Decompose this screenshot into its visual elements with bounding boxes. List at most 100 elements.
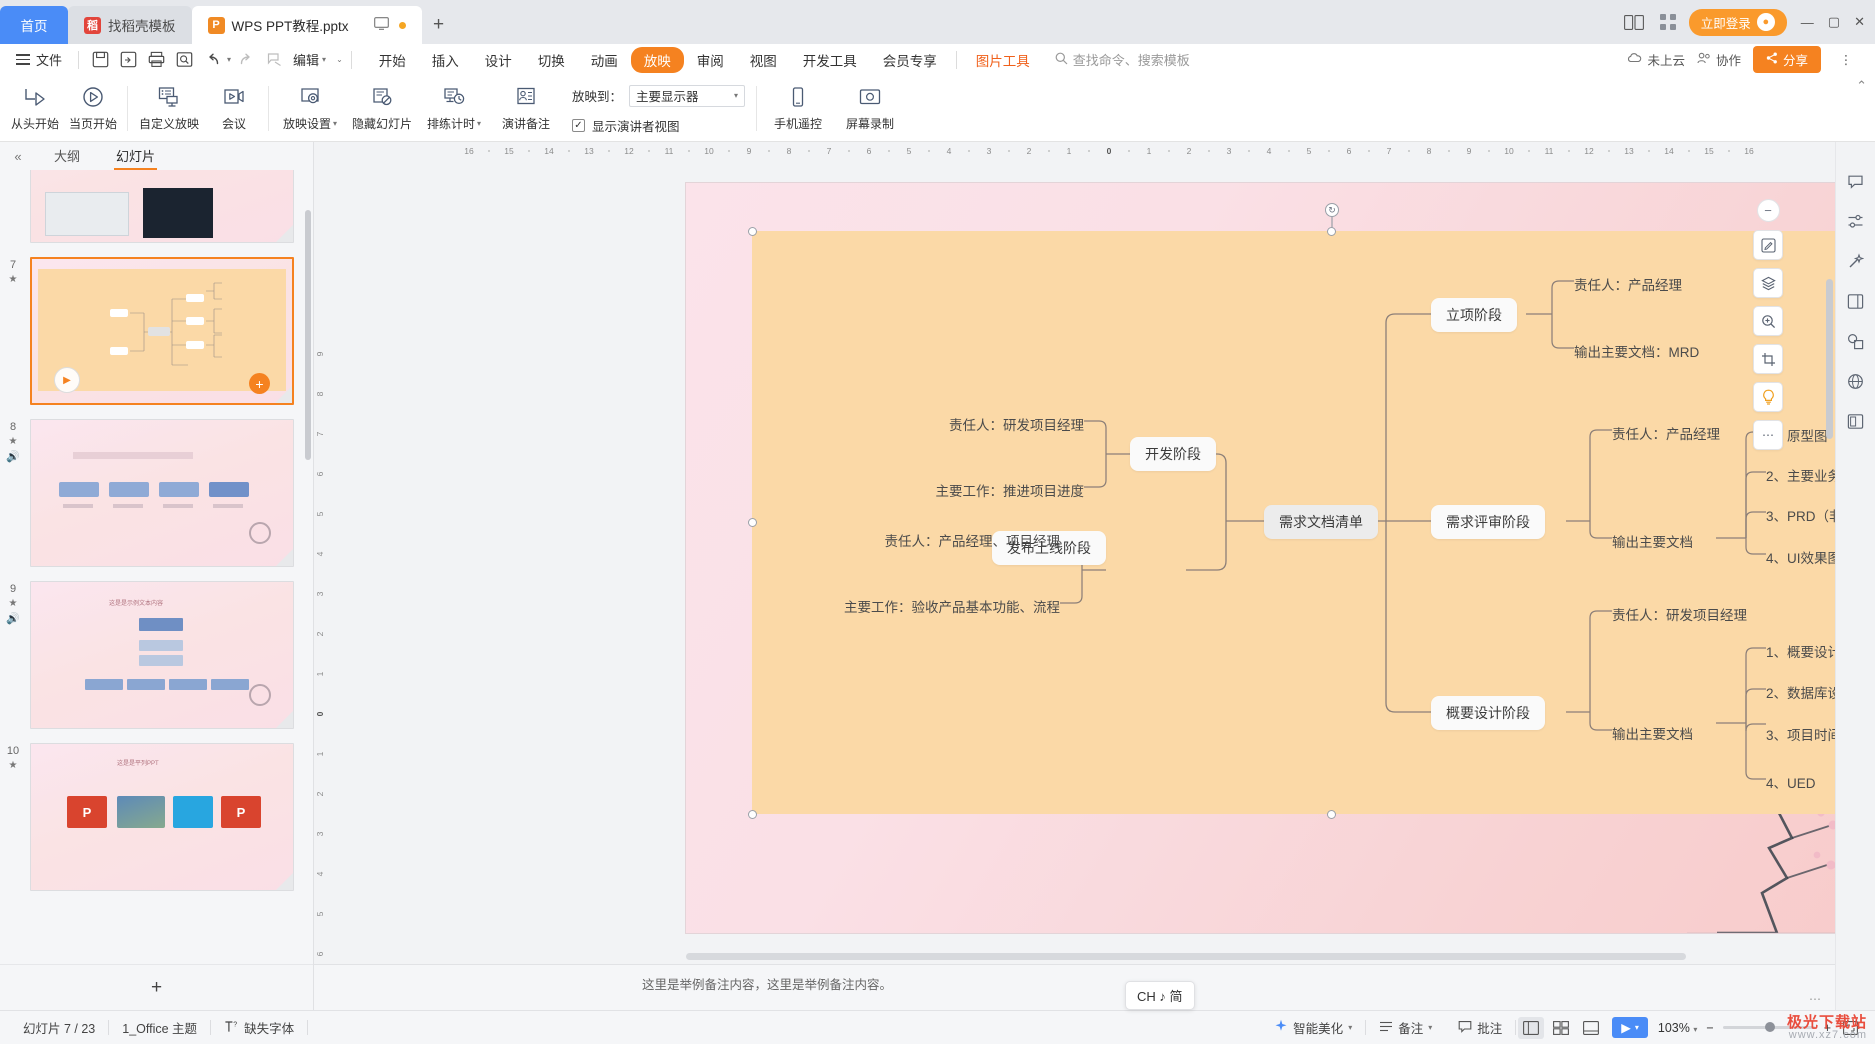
slide-thumbnail[interactable]: ▶ + (30, 257, 294, 405)
reading-view-icon[interactable] (1578, 1017, 1604, 1039)
cloud-docs-icon[interactable] (1843, 368, 1869, 394)
list-item[interactable]: 10 ★ 这是是平列PPT P P (0, 736, 313, 898)
slide-thumbnail[interactable] (30, 419, 294, 567)
notes-pane[interactable]: 这里是举例备注内容，这里是举例备注内容。 ⋯ (314, 964, 1835, 1010)
vertical-ruler[interactable]: 9 8 7 6 5 4 3 2 1 0 1 2 3 4 5 6 (314, 176, 331, 964)
ime-indicator[interactable]: CH ♪ 简 (1125, 981, 1195, 1010)
theme-name[interactable]: 1_Office 主题 (109, 1018, 210, 1037)
horizontal-ruler[interactable]: 16 15 14 13 12 11 10 9 8765 4321 0 1234 5678 9… (314, 142, 1835, 159)
preview-play-button[interactable]: ▶ (54, 367, 80, 393)
tab-picture-tools[interactable]: 图片工具 (963, 47, 1043, 73)
mindmap-center-node[interactable]: 需求文档清单 (1264, 505, 1378, 539)
tab-home[interactable]: 首页 (0, 6, 68, 44)
presenter-view-checkbox[interactable]: ✓ (572, 118, 585, 132)
mindmap-node-stage-1[interactable]: 立项阶段 (1431, 298, 1517, 332)
thumbnail-list[interactable]: 6 7 ★ (0, 170, 313, 964)
rehearse-timing-button[interactable]: 排练计时 ▾ (418, 78, 490, 141)
close-button[interactable]: ✕ (1854, 14, 1865, 30)
edit-shape-button[interactable] (1753, 230, 1783, 260)
presenter-view-row[interactable]: ✓ 显示演讲者视图 (572, 116, 745, 135)
share-button[interactable]: 分享 (1752, 46, 1821, 73)
grid-apps-icon[interactable] (1655, 10, 1681, 34)
dual-screen-icon[interactable] (1621, 10, 1647, 34)
new-tab-button[interactable]: + (422, 6, 456, 44)
save-to-cloud-icon[interactable] (115, 47, 141, 73)
redo-icon[interactable] (233, 47, 259, 73)
normal-view-icon[interactable] (1518, 1016, 1545, 1039)
login-button[interactable]: 立即登录 ● (1688, 8, 1787, 36)
mindmap-node-stage-2[interactable]: 需求评审阶段 (1431, 505, 1545, 539)
smart-suggest-button[interactable] (1753, 382, 1783, 412)
tab-find-template[interactable]: 稻 找稻壳模板 (68, 6, 192, 44)
tab-animation[interactable]: 动画 (578, 47, 631, 73)
tab-member[interactable]: 会员专享 (870, 47, 950, 73)
slide-counter[interactable]: 幻灯片 7 / 23 (10, 1018, 108, 1037)
minimize-button[interactable]: — (1801, 15, 1814, 30)
rotate-handle[interactable]: ↻ (1325, 203, 1339, 217)
print-icon[interactable] (143, 47, 169, 73)
missing-font-status[interactable]: ? 缺失字体 (211, 1018, 307, 1037)
feedback-icon[interactable] (1843, 168, 1869, 194)
current-slide[interactable]: 需求文档清单 立项阶段 责任人：产品经理 输出主要文档：MRD 需求评审阶段 责… (686, 183, 1835, 933)
canvas-area[interactable]: 9 8 7 6 5 4 3 2 1 0 1 2 3 4 5 6 需求文档清单 立… (314, 159, 1835, 964)
file-menu-button[interactable]: 文件 (8, 50, 70, 69)
zoom-level-label[interactable]: 103% ▾ (1658, 1021, 1697, 1035)
handle-bottom-left[interactable] (748, 810, 757, 819)
add-slide-button[interactable]: + (0, 964, 313, 1010)
canvas-horizontal-scrollbar[interactable] (686, 953, 1686, 960)
tab-start[interactable]: 开始 (366, 47, 419, 73)
tab-developer[interactable]: 开发工具 (790, 47, 870, 73)
collapse-tools-icon[interactable]: − (1756, 199, 1780, 222)
zoom-button[interactable] (1753, 306, 1783, 336)
play-to-select[interactable]: 主要显示器 ▾ (629, 84, 746, 107)
zoom-out-button[interactable]: − (1706, 1021, 1713, 1035)
tab-document[interactable]: P WPS PPT教程.pptx (191, 6, 422, 44)
canvas-vertical-scrollbar[interactable] (1826, 279, 1833, 439)
play-current-button[interactable]: 当页开始 (64, 78, 122, 141)
tab-outline[interactable]: 大纲 (44, 143, 90, 170)
custom-show-button[interactable]: 自定义放映 (133, 78, 205, 141)
slide-thumbnail[interactable]: 这是是平列PPT P P (30, 743, 294, 891)
start-slideshow-button[interactable]: ▶ ▾ (1612, 1017, 1648, 1038)
smart-beautify-button[interactable]: 智能美化 ▾ (1261, 1018, 1365, 1037)
shapes-panel-icon[interactable] (1843, 328, 1869, 354)
tab-slides[interactable]: 幻灯片 (106, 143, 165, 170)
tab-review[interactable]: 审阅 (684, 47, 737, 73)
print-preview-icon[interactable] (171, 47, 197, 73)
list-item[interactable]: 6 (0, 170, 313, 250)
presenter-notes-button[interactable]: 演讲备注 (490, 78, 562, 141)
ribbon-collapse-icon[interactable]: ⌃ (1856, 78, 1867, 94)
zoom-slider-thumb[interactable] (1764, 1022, 1775, 1032)
cloud-status[interactable]: 未上云 (1627, 50, 1685, 69)
tab-insert[interactable]: 插入 (419, 47, 472, 73)
more-options-icon[interactable]: ⋮ (1833, 48, 1859, 72)
list-item[interactable]: 8 ★ 🔊 (0, 412, 313, 574)
meeting-button[interactable]: 会议 (205, 78, 263, 141)
tab-view[interactable]: 视图 (737, 47, 790, 73)
cast-icon[interactable] (373, 17, 389, 33)
hide-slide-button[interactable]: 隐藏幻灯片 (346, 78, 418, 141)
comment-button[interactable]: 批注 (1445, 1018, 1515, 1037)
play-from-start-button[interactable]: 从头开始 (6, 78, 64, 141)
layout-panel-icon[interactable] (1843, 288, 1869, 314)
list-item[interactable]: 7 ★ ▶ + (0, 250, 313, 412)
format-painter-icon[interactable] (261, 47, 287, 73)
mindmap-node-stage-4[interactable]: 开发阶段 (1130, 437, 1216, 471)
sliders-icon[interactable] (1843, 208, 1869, 234)
handle-top-center[interactable] (1327, 227, 1336, 236)
undo-dropdown-icon[interactable]: ▾ (227, 55, 231, 64)
collaborate-button[interactable]: 协作 (1697, 50, 1741, 69)
add-after-button[interactable]: + (249, 373, 270, 394)
slide-thumbnail[interactable]: 这是是示例文本内容 (30, 581, 294, 729)
show-settings-button[interactable]: 放映设置 ▾ (274, 78, 346, 141)
magic-wand-icon[interactable] (1843, 248, 1869, 274)
tab-transition[interactable]: 切换 (525, 47, 578, 73)
edit-mode-button[interactable]: 编辑 ▾ (289, 50, 330, 69)
more-tools-button[interactable]: ⋯ (1753, 420, 1783, 450)
tab-slideshow[interactable]: 放映 (630, 46, 684, 73)
phone-remote-button[interactable]: 手机遥控 (762, 78, 834, 141)
handle-top-left[interactable] (748, 227, 757, 236)
slide-sorter-icon[interactable] (1548, 1017, 1574, 1039)
qat-more-icon[interactable]: ⌄ (336, 55, 343, 64)
maximize-button[interactable]: ▢ (1828, 14, 1840, 30)
